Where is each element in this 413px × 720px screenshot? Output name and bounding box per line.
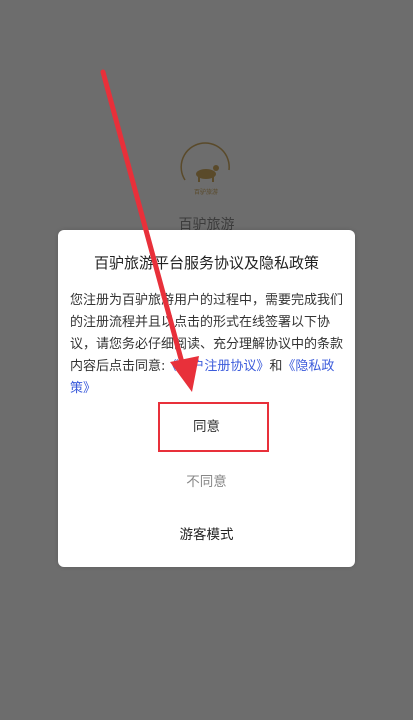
dialog-body: 您注册为百驴旅游用户的过程中，需要完成我们的注册流程并且以点击的形式在线签署以下…: [70, 290, 343, 400]
and-text: 和: [269, 359, 283, 374]
logo-text: 百驴旅游: [194, 188, 218, 196]
dialog-title: 百驴旅游平台服务协议及隐私政策: [93, 254, 319, 272]
app-logo-icon: 百驴旅游: [180, 142, 230, 196]
guest-mode-button[interactable]: 游客模式: [58, 523, 355, 543]
user-agreement-link[interactable]: 《用户注册协议》: [165, 359, 269, 374]
agree-highlight-box: [158, 402, 269, 452]
agreement-dialog: 百驴旅游平台服务协议及隐私政策 您注册为百驴旅游用户的过程中，需要完成我们的注册…: [58, 230, 355, 567]
disagree-button[interactable]: 不同意: [58, 470, 355, 490]
